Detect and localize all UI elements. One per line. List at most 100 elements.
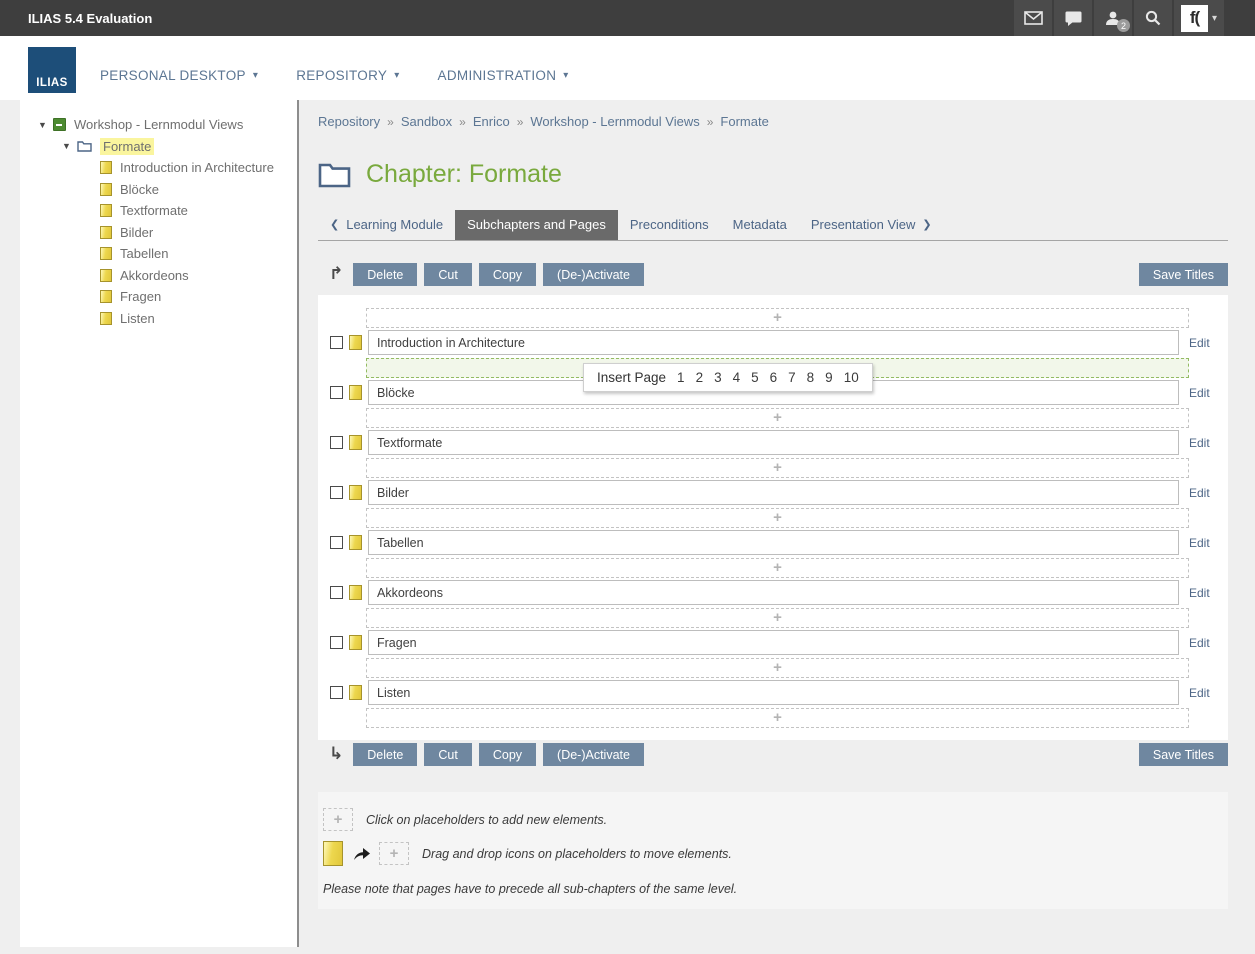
page-title-input[interactable] <box>368 430 1179 455</box>
tree-node-label[interactable]: Textformate <box>120 203 188 218</box>
insert-placeholder[interactable]: + <box>366 558 1189 578</box>
tree-node-label[interactable]: Blöcke <box>120 182 159 197</box>
action-button[interactable]: (De-)Activate <box>543 263 644 286</box>
tree-node-label-highlighted[interactable]: Formate <box>100 138 154 155</box>
tree-node-page[interactable]: Listen <box>100 308 297 330</box>
row-checkbox[interactable] <box>330 686 343 699</box>
tree-node-page[interactable]: Bilder <box>100 222 297 244</box>
tree-node-label[interactable]: Fragen <box>120 289 161 304</box>
search-button[interactable] <box>1134 0 1172 36</box>
menu-item[interactable]: PERSONAL DESKTOP▾ <box>100 68 258 83</box>
edit-link[interactable]: Edit <box>1189 386 1216 400</box>
page-icon[interactable] <box>349 335 362 350</box>
page-icon[interactable] <box>349 435 362 450</box>
breadcrumb-link[interactable]: Enrico <box>473 114 510 129</box>
edit-link[interactable]: Edit <box>1189 436 1216 450</box>
page-icon[interactable] <box>349 385 362 400</box>
tab-presentation-view[interactable]: Presentation View❯ <box>799 210 944 240</box>
insert-placeholder[interactable]: + <box>366 608 1189 628</box>
tree-node-label[interactable]: Workshop - Lernmodul Views <box>74 117 243 132</box>
insert-page-number[interactable]: 4 <box>733 370 741 385</box>
row-checkbox[interactable] <box>330 586 343 599</box>
tree-node-chapter[interactable]: ▼ Formate <box>62 136 297 158</box>
page-icon[interactable] <box>349 535 362 550</box>
action-button[interactable]: Cut <box>424 743 471 766</box>
tree-node-page[interactable]: Tabellen <box>100 243 297 265</box>
tab-metadata[interactable]: Metadata <box>721 210 799 240</box>
row-checkbox[interactable] <box>330 536 343 549</box>
edit-link[interactable]: Edit <box>1189 586 1216 600</box>
breadcrumb-link[interactable]: Workshop - Lernmodul Views <box>530 114 699 129</box>
insert-page-number[interactable]: 10 <box>844 370 859 385</box>
insert-placeholder[interactable]: + <box>366 408 1189 428</box>
tree-node-label[interactable]: Introduction in Architecture <box>120 160 274 175</box>
insert-placeholder-active[interactable]: +Insert Page12345678910 <box>366 358 1189 378</box>
insert-page-number[interactable]: 1 <box>677 370 685 385</box>
tree-node-page[interactable]: Introduction in Architecture <box>100 157 297 179</box>
row-checkbox[interactable] <box>330 636 343 649</box>
edit-link[interactable]: Edit <box>1189 686 1216 700</box>
page-title-input[interactable] <box>368 330 1179 355</box>
tree-node-page[interactable]: Fragen <box>100 286 297 308</box>
tree-node-page[interactable]: Blöcke <box>100 179 297 201</box>
action-button[interactable]: Copy <box>479 263 536 286</box>
tree-expand-icon[interactable]: ▼ <box>38 120 53 130</box>
breadcrumb-link[interactable]: Sandbox <box>401 114 452 129</box>
insert-page-number[interactable]: 9 <box>825 370 833 385</box>
who-is-online-button[interactable]: 2 <box>1094 0 1132 36</box>
insert-page-number[interactable]: 7 <box>788 370 796 385</box>
edit-link[interactable]: Edit <box>1189 536 1216 550</box>
insert-page-number[interactable]: 2 <box>696 370 704 385</box>
page-icon[interactable] <box>349 485 362 500</box>
tab-subchapters-and-pages[interactable]: Subchapters and Pages <box>455 210 618 240</box>
row-checkbox[interactable] <box>330 436 343 449</box>
insert-placeholder[interactable]: + <box>366 308 1189 328</box>
row-checkbox[interactable] <box>330 486 343 499</box>
edit-link[interactable]: Edit <box>1189 486 1216 500</box>
save-titles-button[interactable]: Save Titles <box>1139 743 1228 766</box>
tree-expand-icon[interactable]: ▼ <box>62 141 77 151</box>
action-button[interactable]: Copy <box>479 743 536 766</box>
row-checkbox[interactable] <box>330 336 343 349</box>
insert-placeholder[interactable]: + <box>366 708 1189 728</box>
tree-node-label[interactable]: Tabellen <box>120 246 168 261</box>
insert-page-number[interactable]: 6 <box>770 370 778 385</box>
ilias-logo[interactable]: ILIAS <box>28 47 76 93</box>
page-icon[interactable] <box>349 685 362 700</box>
tree-node-label[interactable]: Listen <box>120 311 155 326</box>
user-menu-button[interactable]: f( ▾ <box>1174 0 1224 36</box>
action-button[interactable]: Cut <box>424 263 471 286</box>
page-icon[interactable] <box>349 585 362 600</box>
insert-page-number[interactable]: 5 <box>751 370 759 385</box>
page-title-input[interactable] <box>368 480 1179 505</box>
insert-page-number[interactable]: 8 <box>807 370 815 385</box>
page-title-input[interactable] <box>368 630 1179 655</box>
insert-placeholder[interactable]: + <box>366 508 1189 528</box>
action-button[interactable]: Delete <box>353 743 417 766</box>
action-button[interactable]: (De-)Activate <box>543 743 644 766</box>
tree-node-learning-module[interactable]: ▼ Workshop - Lernmodul Views <box>38 114 297 136</box>
row-checkbox[interactable] <box>330 386 343 399</box>
chat-button[interactable] <box>1054 0 1092 36</box>
action-button[interactable]: Delete <box>353 263 417 286</box>
insert-placeholder[interactable]: + <box>366 658 1189 678</box>
mail-button[interactable] <box>1014 0 1052 36</box>
insert-placeholder[interactable]: + <box>366 458 1189 478</box>
breadcrumb-link[interactable]: Formate <box>720 114 768 129</box>
tree-node-page[interactable]: Textformate <box>100 200 297 222</box>
tab-preconditions[interactable]: Preconditions <box>618 210 721 240</box>
page-icon[interactable] <box>349 635 362 650</box>
edit-link[interactable]: Edit <box>1189 336 1216 350</box>
tree-node-label[interactable]: Akkordeons <box>120 268 189 283</box>
page-title-input[interactable] <box>368 580 1179 605</box>
save-titles-button[interactable]: Save Titles <box>1139 263 1228 286</box>
tree-node-page[interactable]: Akkordeons <box>100 265 297 287</box>
insert-page-number[interactable]: 3 <box>714 370 722 385</box>
menu-item[interactable]: REPOSITORY▾ <box>296 68 399 83</box>
page-title-input[interactable] <box>368 680 1179 705</box>
edit-link[interactable]: Edit <box>1189 636 1216 650</box>
tree-node-label[interactable]: Bilder <box>120 225 153 240</box>
menu-item[interactable]: ADMINISTRATION▾ <box>438 68 569 83</box>
breadcrumb-link[interactable]: Repository <box>318 114 380 129</box>
page-title-input[interactable] <box>368 530 1179 555</box>
